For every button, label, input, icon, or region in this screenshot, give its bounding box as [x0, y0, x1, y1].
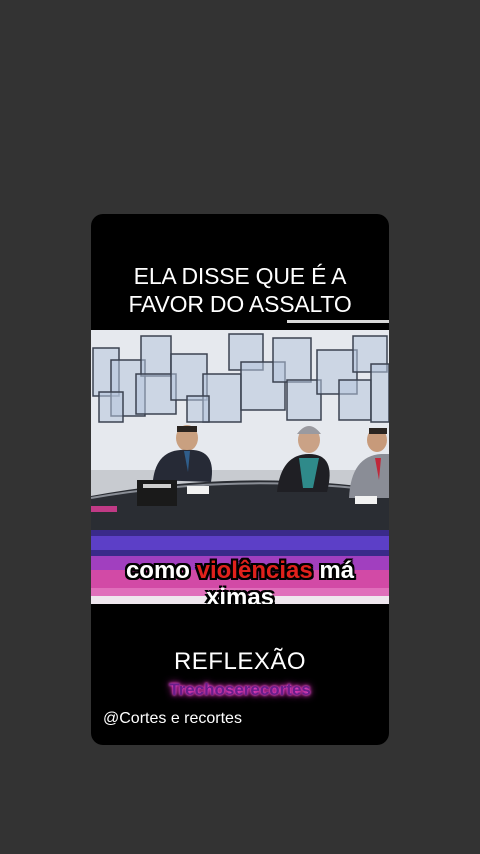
account-handle[interactable]: @Cortes e recortes	[103, 710, 242, 728]
video-frame[interactable]: como violências má ximas	[91, 330, 389, 604]
post-card[interactable]: ELA DISSE QUE É A FAVOR DO ASSALTO como …	[91, 214, 389, 745]
headline-divider	[287, 320, 389, 323]
caption-word-1: como	[125, 557, 190, 584]
watermark-text: Trechoserecortes	[169, 680, 311, 699]
post-headline: ELA DISSE QUE É A FAVOR DO ASSALTO	[128, 263, 352, 317]
caption-highlight-word: violências	[196, 557, 313, 584]
subtitle-caption-continuation: ximas	[205, 584, 275, 604]
caption-word-3: má	[319, 557, 355, 584]
subtitle-caption: como violências má	[91, 556, 389, 586]
reflexao-title: REFLEXÃO	[173, 648, 307, 675]
